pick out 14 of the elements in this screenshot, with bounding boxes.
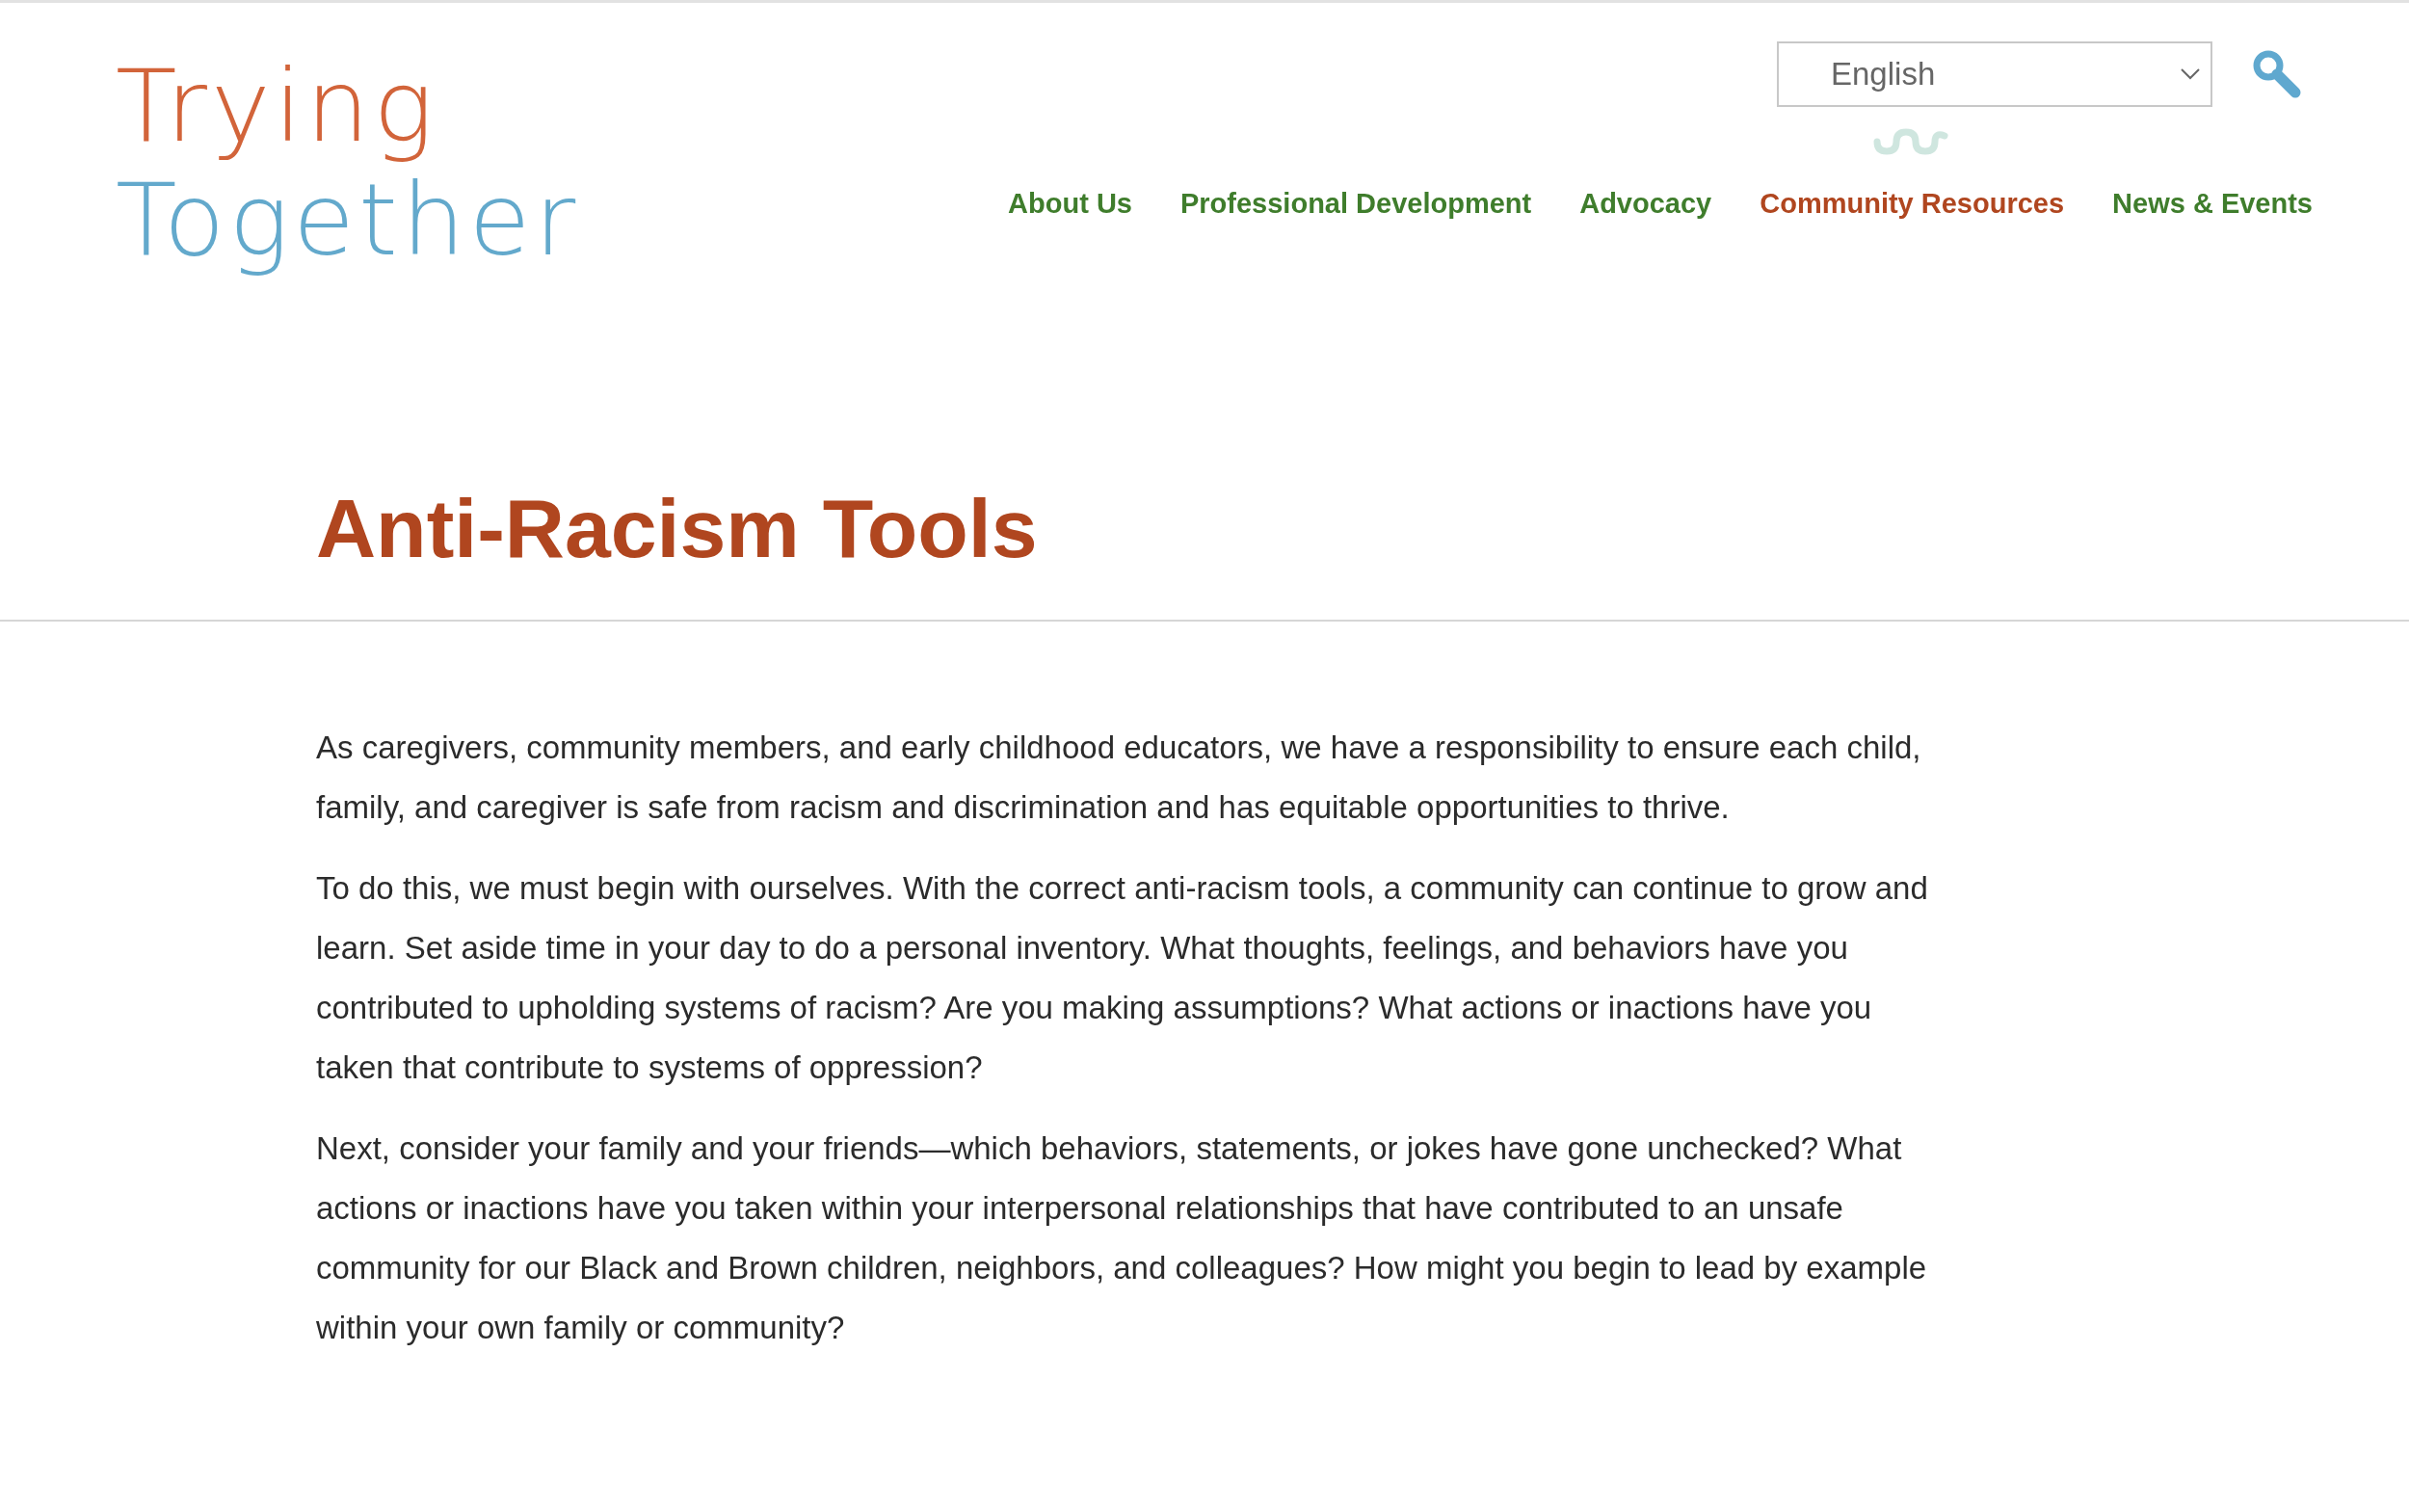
nav-link[interactable]: News & Events xyxy=(2112,128,2313,220)
body-paragraph: To do this, we must begin with ourselves. With the correct anti-racism tools, a community can continue to grow and learn. Set aside time in your day to do a personal inventory. What thoughts, feelings, and behaviors have you contributed to upholding systems of racism? Are you making assumptions? What actions or inactions have you taken that contribute to systems of oppression? xyxy=(316,869,1929,1087)
search-icon[interactable] xyxy=(2251,48,2303,100)
nav-link[interactable]: About Us xyxy=(1008,128,1132,220)
language-select[interactable]: English xyxy=(1777,41,2212,107)
body-paragraph: As caregivers, community members, and early childhood educators, we have a responsibility to ensure each child, family, and caregiver is safe from racism and discrimination and has equitable opportunities to thrive. xyxy=(316,729,1922,827)
logo[interactable]: Trying Together xyxy=(116,41,580,321)
page-title: Anti-Racism Tools xyxy=(316,481,1039,576)
nav-link[interactable]: Advocacy xyxy=(1579,128,1712,220)
nav-link[interactable]: Professional Development xyxy=(1180,128,1532,220)
squiggle-icon xyxy=(1873,128,1951,155)
chevron-down-icon xyxy=(2180,67,2201,81)
nav-link[interactable]: Community Resources xyxy=(1760,128,2065,220)
body-paragraph: Next, consider your family and your friends—which behaviors, statements, or jokes have gone unchecked? What actions or inactions have you taken within your interpersonal relationships that have contributed to an unsafe community for our Black and Brown children, neighbors, and colleagues? How might you begin to lead by example within your own family or community? xyxy=(316,1129,1928,1347)
